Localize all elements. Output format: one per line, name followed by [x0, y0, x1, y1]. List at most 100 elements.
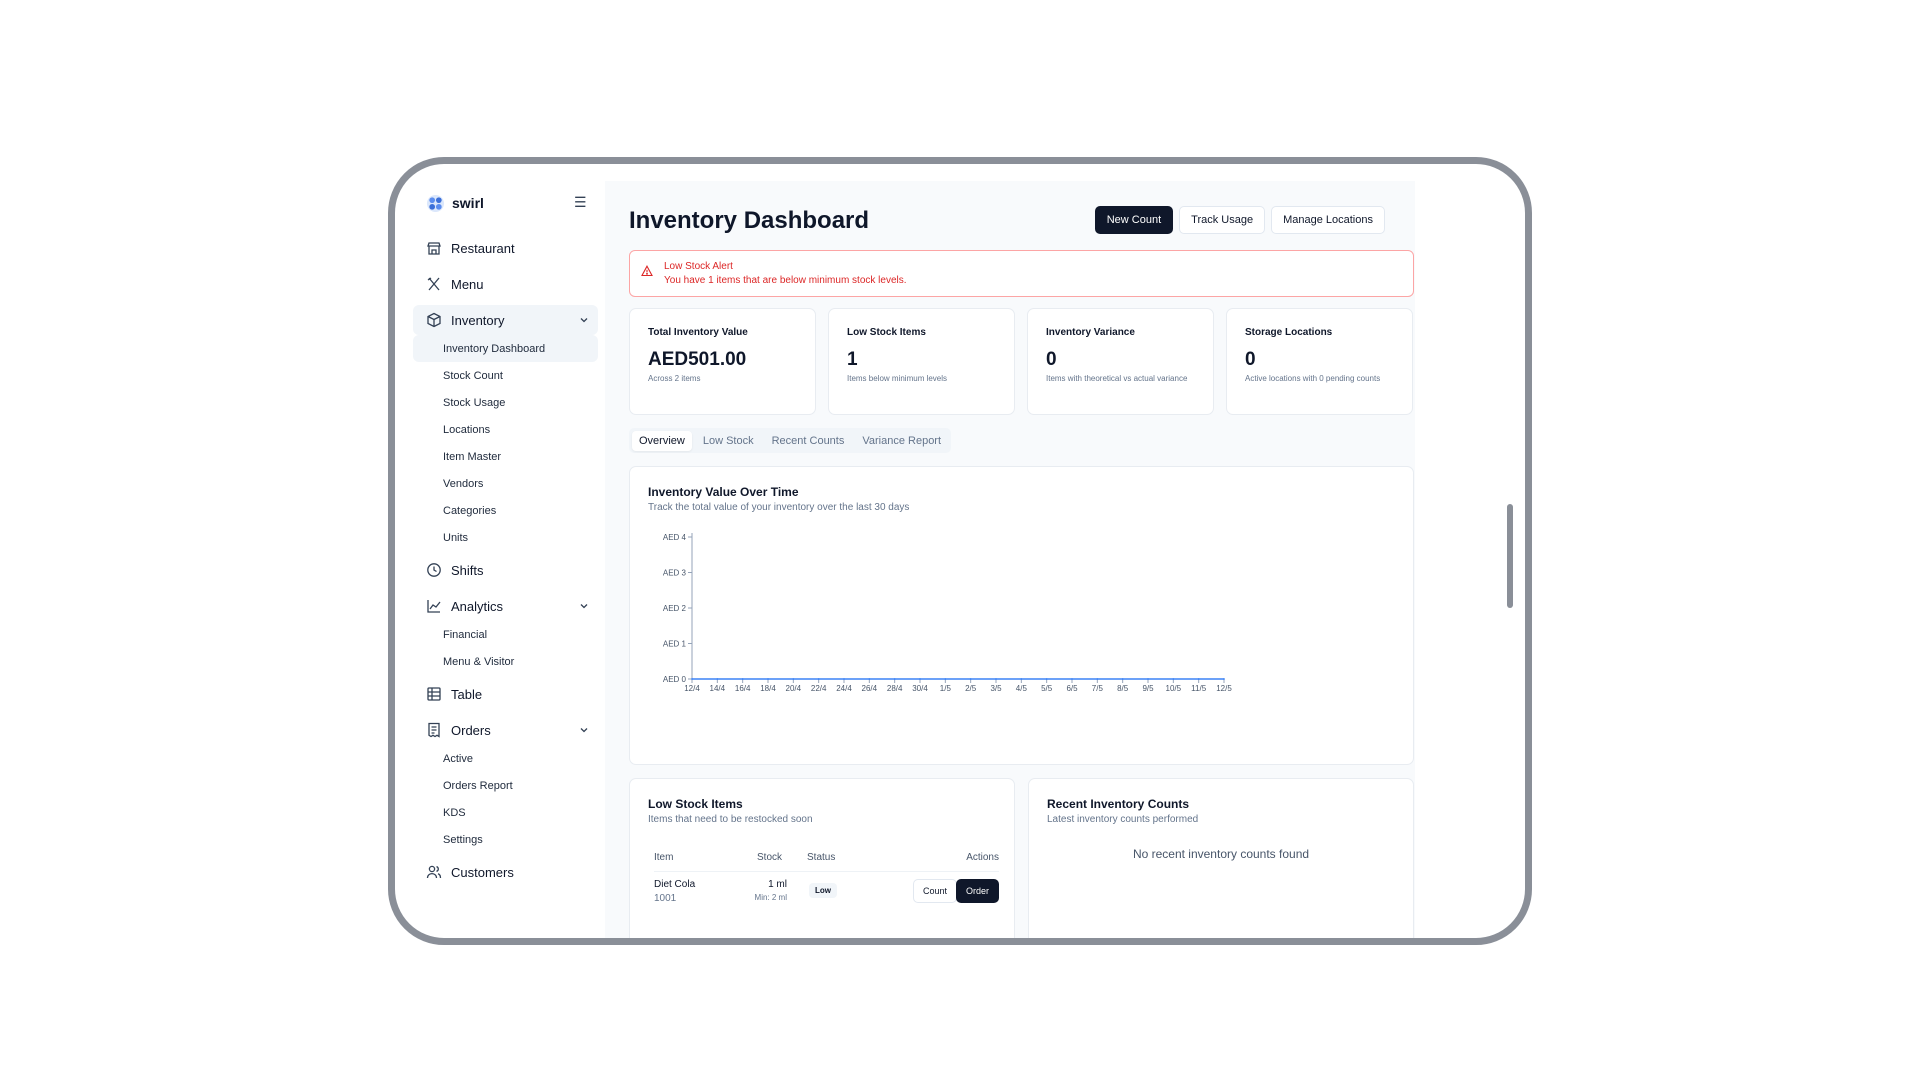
x-tick-label: 16/4	[735, 684, 751, 693]
sidebar-item-table[interactable]: Table	[413, 679, 598, 709]
x-tick-label: 26/4	[862, 684, 878, 693]
sidebar-item-restaurant[interactable]: Restaurant	[413, 233, 598, 263]
data-point	[792, 678, 795, 680]
data-point	[1071, 678, 1073, 680]
x-tick-label: 30/4	[912, 684, 928, 693]
tab-recent-counts[interactable]: Recent Counts	[765, 431, 852, 451]
x-tick-label: 11/5	[1191, 684, 1207, 693]
sidebar-subitem-financial[interactable]: Financial	[413, 621, 598, 648]
x-tick-label: 3/5	[990, 684, 1002, 693]
stat-label: Low Stock Items	[847, 327, 926, 338]
sidebar-item-label: Customers	[451, 864, 514, 880]
stat-card-low-stock-items: Low Stock Items 1 Items below minimum le…	[828, 308, 1015, 415]
sidebar-item-label: Table	[451, 686, 483, 702]
sidebar-item-shifts[interactable]: Shifts	[413, 555, 598, 585]
sidebar-item-customers[interactable]: Customers	[413, 857, 598, 887]
low-stock-title: Low Stock Items	[648, 797, 743, 811]
stat-value: 0	[1046, 349, 1057, 370]
warning-triangle-icon	[641, 265, 653, 277]
manage-locations-button[interactable]: Manage Locations	[1271, 206, 1385, 234]
utensils-icon	[427, 277, 440, 291]
sidebar-nav: Restaurant Menu Inventory Inventory Dash…	[413, 233, 598, 893]
sidebar-subitem-menu-visitor[interactable]: Menu & Visitor	[413, 648, 598, 675]
dashboard-tabs: Overview Low Stock Recent Counts Varianc…	[629, 428, 952, 453]
alert-text: You have 1 items that are below minimum …	[664, 275, 907, 286]
sidebar-item-menu[interactable]: Menu	[413, 269, 598, 299]
status-badge: Low	[809, 883, 837, 898]
x-tick-label: 14/4	[710, 684, 726, 693]
sidebar-subitem-kds[interactable]: KDS	[413, 799, 598, 826]
clock-icon	[427, 563, 441, 577]
chart-title: Inventory Value Over Time	[648, 485, 799, 499]
sidebar-subitem-item-master[interactable]: Item Master	[413, 443, 598, 470]
order-button[interactable]: Order	[955, 879, 999, 903]
tab-low-stock[interactable]: Low Stock	[696, 431, 761, 451]
tab-variance-report[interactable]: Variance Report	[855, 431, 948, 451]
data-point	[691, 678, 693, 680]
sidebar-subitem-settings[interactable]: Settings	[413, 826, 598, 853]
item-stock: 1 ml	[768, 879, 787, 890]
chevron-down-icon	[580, 604, 588, 609]
data-point	[868, 678, 871, 680]
sidebar-subitem-stock-count[interactable]: Stock Count	[413, 362, 598, 389]
y-tick-label: AED 1	[663, 640, 687, 649]
sidebar-subitem-inventory-dashboard[interactable]: Inventory Dashboard	[413, 335, 598, 362]
sidebar-subitem-units[interactable]: Units	[413, 524, 598, 551]
stats-row: Total Inventory Value AED501.00 Across 2…	[629, 308, 1413, 415]
low-stock-items-card: Low Stock Items Items that need to be re…	[629, 778, 1015, 938]
sidebar-subitem-categories[interactable]: Categories	[413, 497, 598, 524]
sidebar-subitem-vendors[interactable]: Vendors	[413, 470, 598, 497]
x-tick-label: 12/4	[684, 684, 700, 693]
data-point	[893, 678, 896, 680]
data-point	[1223, 678, 1225, 680]
y-tick-label: AED 0	[663, 675, 687, 684]
stat-label: Inventory Variance	[1046, 327, 1135, 338]
x-tick-label: 9/5	[1142, 684, 1154, 693]
data-point	[1096, 678, 1099, 680]
stat-card-inventory-variance: Inventory Variance 0 Items with theoreti…	[1027, 308, 1214, 415]
store-icon	[427, 242, 441, 255]
x-tick-label: 2/5	[965, 684, 977, 693]
brand-name: swirl	[452, 195, 484, 211]
orders-submenu: Active Orders Report KDS Settings	[413, 745, 598, 853]
line-chart-icon	[427, 600, 441, 613]
y-tick-label: AED 3	[663, 569, 687, 578]
sidebar-item-label: Menu	[451, 276, 484, 292]
package-icon	[427, 312, 441, 328]
sidebar-item-analytics[interactable]: Analytics	[413, 591, 598, 621]
sidebar-subitem-orders-report[interactable]: Orders Report	[413, 772, 598, 799]
sidebar: swirl ☰ Restaurant Menu Inventory Invent…	[413, 181, 603, 938]
scrollbar[interactable]	[1507, 504, 1513, 608]
sidebar-subitem-stock-usage[interactable]: Stock Usage	[413, 389, 598, 416]
item-code: 1001	[654, 893, 677, 904]
item-min-stock: Min: 2 ml	[754, 893, 787, 902]
tab-overview[interactable]: Overview	[632, 430, 692, 451]
x-tick-label: 12/5	[1216, 684, 1232, 693]
x-tick-label: 10/5	[1166, 684, 1182, 693]
inventory-value-chart-card: Inventory Value Over Time Track the tota…	[629, 466, 1414, 765]
count-button[interactable]: Count	[912, 879, 957, 903]
x-tick-label: 28/4	[887, 684, 903, 693]
chart-subtitle: Track the total value of your inventory …	[648, 502, 910, 513]
page-title: Inventory Dashboard	[629, 207, 870, 234]
x-tick-label: 8/5	[1117, 684, 1129, 693]
new-count-button[interactable]: New Count	[1094, 206, 1174, 234]
stat-card-storage-locations: Storage Locations 0 Active locations wit…	[1226, 308, 1413, 415]
sidebar-subitem-active[interactable]: Active	[413, 745, 598, 772]
y-tick-label: AED 2	[663, 604, 687, 613]
x-tick-label: 6/5	[1066, 684, 1078, 693]
empty-state-text: No recent inventory counts found	[1132, 847, 1310, 861]
sidebar-item-inventory[interactable]: Inventory	[413, 305, 598, 335]
sidebar-item-label: Restaurant	[451, 240, 515, 256]
sidebar-subitem-locations[interactable]: Locations	[413, 416, 598, 443]
track-usage-button[interactable]: Track Usage	[1179, 206, 1266, 234]
sidebar-item-label: Shifts	[451, 562, 484, 578]
data-point	[817, 678, 820, 680]
x-tick-label: 7/5	[1092, 684, 1104, 693]
stat-subtext: Across 2 items	[648, 374, 701, 383]
data-point	[1197, 678, 1200, 680]
brand[interactable]: swirl	[426, 192, 484, 214]
sidebar-item-label: Analytics	[451, 598, 504, 614]
hamburger-icon[interactable]: ☰	[574, 194, 587, 211]
sidebar-item-orders[interactable]: Orders	[413, 715, 598, 745]
